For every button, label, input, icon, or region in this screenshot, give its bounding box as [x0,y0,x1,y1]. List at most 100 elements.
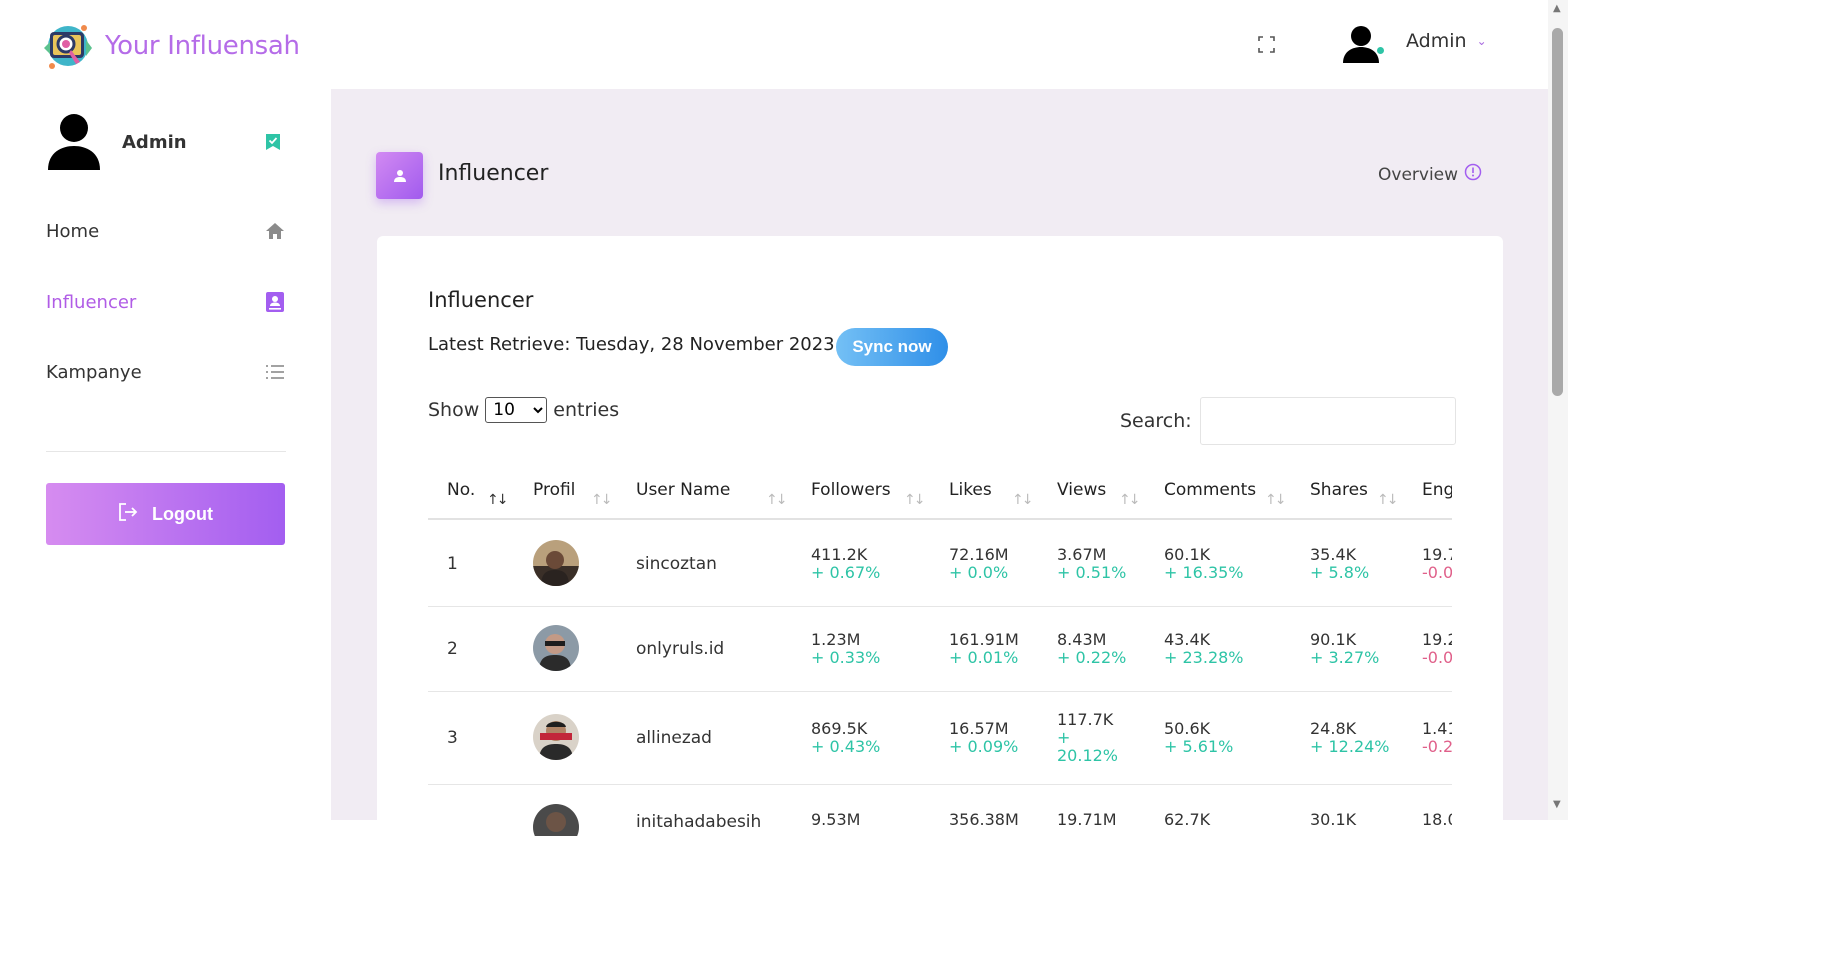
brand[interactable]: Your Influensah [40,18,300,74]
contact-book-icon [264,291,286,313]
column-header-likes[interactable]: Likes [949,480,992,500]
comments-metric: 43.4K + 23.28% [1164,631,1244,667]
brand-name: Your Influensah [105,31,300,61]
sidebar-item-kampanye[interactable]: Kampanye [46,357,286,387]
search-input[interactable] [1199,397,1456,445]
chevron-down-icon: ⌄ [1476,34,1487,48]
header-user-name: Admin [1406,30,1467,52]
sidebar-avatar [46,112,102,172]
sync-now-button[interactable]: Sync now [836,328,948,366]
column-header-username[interactable]: User Name [636,480,730,500]
likes-metric: 356.38M [949,811,1019,829]
comments-change: + 16.35% [1164,563,1244,582]
views-value: 8.43M [1057,630,1107,649]
logout-button[interactable]: Logout [46,483,285,545]
scroll-down-arrow-icon[interactable]: ▼ [1553,799,1561,810]
shares-metric: 90.1K + 3.27% [1310,631,1379,667]
sort-icon[interactable]: ↑↓ [1265,492,1287,508]
info-icon [1464,163,1482,186]
main-content: Influencer Overview Influencer Latest Re… [331,89,1548,836]
sort-icon[interactable]: ↑↓ [1119,492,1141,508]
comments-change: + 23.28% [1164,648,1244,667]
table-row[interactable]: 1 sincoztan 411.2K + 0.67% 72.16M + 0.0% 3… [428,522,1452,607]
shares-value: 90.1K [1310,630,1357,649]
shares-metric: 30.1K [1310,811,1356,829]
row-number: 1 [447,554,458,574]
engagement-change: -0.0 [1422,563,1452,582]
followers-change: + 0.67% [811,563,881,582]
header-avatar[interactable] [1341,23,1383,65]
likes-change: + 0.01% [949,648,1019,667]
scroll-up-arrow-icon[interactable]: ▲ [1553,3,1561,14]
engagement-value: 18.0 [1422,810,1452,829]
views-value: 19.71M [1057,810,1117,829]
sidebar-item-label: Home [46,220,100,242]
column-header-comments[interactable]: Comments [1164,480,1256,500]
profile-avatar[interactable] [533,804,579,836]
sidebar-item-home[interactable]: Home [46,216,286,246]
sort-icon[interactable]: ↑↓ [591,492,613,508]
shares-value: 35.4K [1310,545,1357,564]
engagement-change: -0.0 [1422,648,1452,667]
engagement-metric: 19.2-0.0 [1422,631,1452,667]
logout-label: Logout [152,503,213,524]
sidebar: Admin Home Influencer Kampanye Logout [0,89,331,820]
followers-value: 869.5K [811,719,868,738]
followers-change: + 0.33% [811,648,881,667]
likes-value: 16.57M [949,719,1009,738]
profile-avatar[interactable] [533,540,579,586]
likes-value: 356.38M [949,810,1019,829]
overview-link[interactable]: Overview [1378,163,1482,186]
sort-icon[interactable]: ↑↓ [904,492,926,508]
followers-value: 9.53M [811,810,861,829]
username: initahadabesih [636,812,762,832]
verified-bookmark-icon [265,133,281,151]
username: sincoztan [636,554,717,574]
profile-avatar[interactable] [533,714,579,760]
username: onlyruls.id [636,639,725,659]
sort-icon[interactable]: ↑↓ [1012,492,1034,508]
column-header-no[interactable]: No. [447,480,475,500]
shares-value: 30.1K [1310,810,1357,829]
sort-icon[interactable]: ↑↓ [766,492,788,508]
page-title: Influencer [438,161,549,186]
scrollbar-thumb[interactable] [1552,28,1563,396]
engagement-metric: 1.41-0.2 [1422,720,1452,756]
table-search: Search: [1120,397,1456,445]
column-header-views[interactable]: Views [1057,480,1106,500]
column-header-followers[interactable]: Followers [811,480,891,500]
sort-asc-icon[interactable]: ↑↓ [487,492,509,508]
engagement-value: 19.7 [1422,545,1452,564]
followers-value: 1.23M [811,630,861,649]
influencer-card: Influencer Latest Retrieve: Tuesday, 28 … [377,236,1503,836]
comments-value: 43.4K [1164,630,1211,649]
followers-metric: 1.23M + 0.33% [811,631,880,667]
entries-select[interactable]: 10 [485,397,548,423]
likes-metric: 72.16M + 0.0% [949,546,1009,582]
comments-metric: 50.6K + 5.61% [1164,720,1233,756]
home-icon [264,220,286,242]
likes-change: + 0.0% [949,563,1009,582]
page-scrollbar[interactable]: ▲ ▼ [1548,0,1568,820]
followers-metric: 9.53M [811,811,860,829]
comments-value: 62.7K [1164,810,1211,829]
sidebar-item-influencer[interactable]: Influencer [46,287,286,317]
user-icon [376,152,423,199]
table-row[interactable]: 3 allinezad 869.5K + 0.43% 16.57M + 0.09% … [428,692,1452,785]
table-row[interactable]: initahadabesih 9.53M 356.38M 19.71M 62.7… [428,785,1452,836]
shares-value: 24.8K [1310,719,1357,738]
sort-icon[interactable]: ↑↓ [1377,492,1399,508]
views-metric: 8.43M + 0.22% [1057,631,1126,667]
likes-metric: 161.91M + 0.01% [949,631,1019,667]
table-row[interactable]: 2 onlyruls.id 1.23M + 0.33% 161.91M + 0.01… [428,607,1452,692]
column-header-engagement[interactable]: Eng [1422,480,1452,500]
followers-metric: 869.5K + 0.43% [811,720,880,756]
user-menu[interactable]: Admin ⌄ [1406,30,1487,52]
list-icon [264,361,286,383]
likes-value: 72.16M [949,545,1009,564]
fullscreen-icon[interactable] [1258,36,1275,53]
column-header-shares[interactable]: Shares [1310,480,1368,500]
column-header-profil[interactable]: Profil [533,480,575,500]
profile-avatar[interactable] [533,625,579,671]
engagement-value: 1.41 [1422,719,1452,738]
